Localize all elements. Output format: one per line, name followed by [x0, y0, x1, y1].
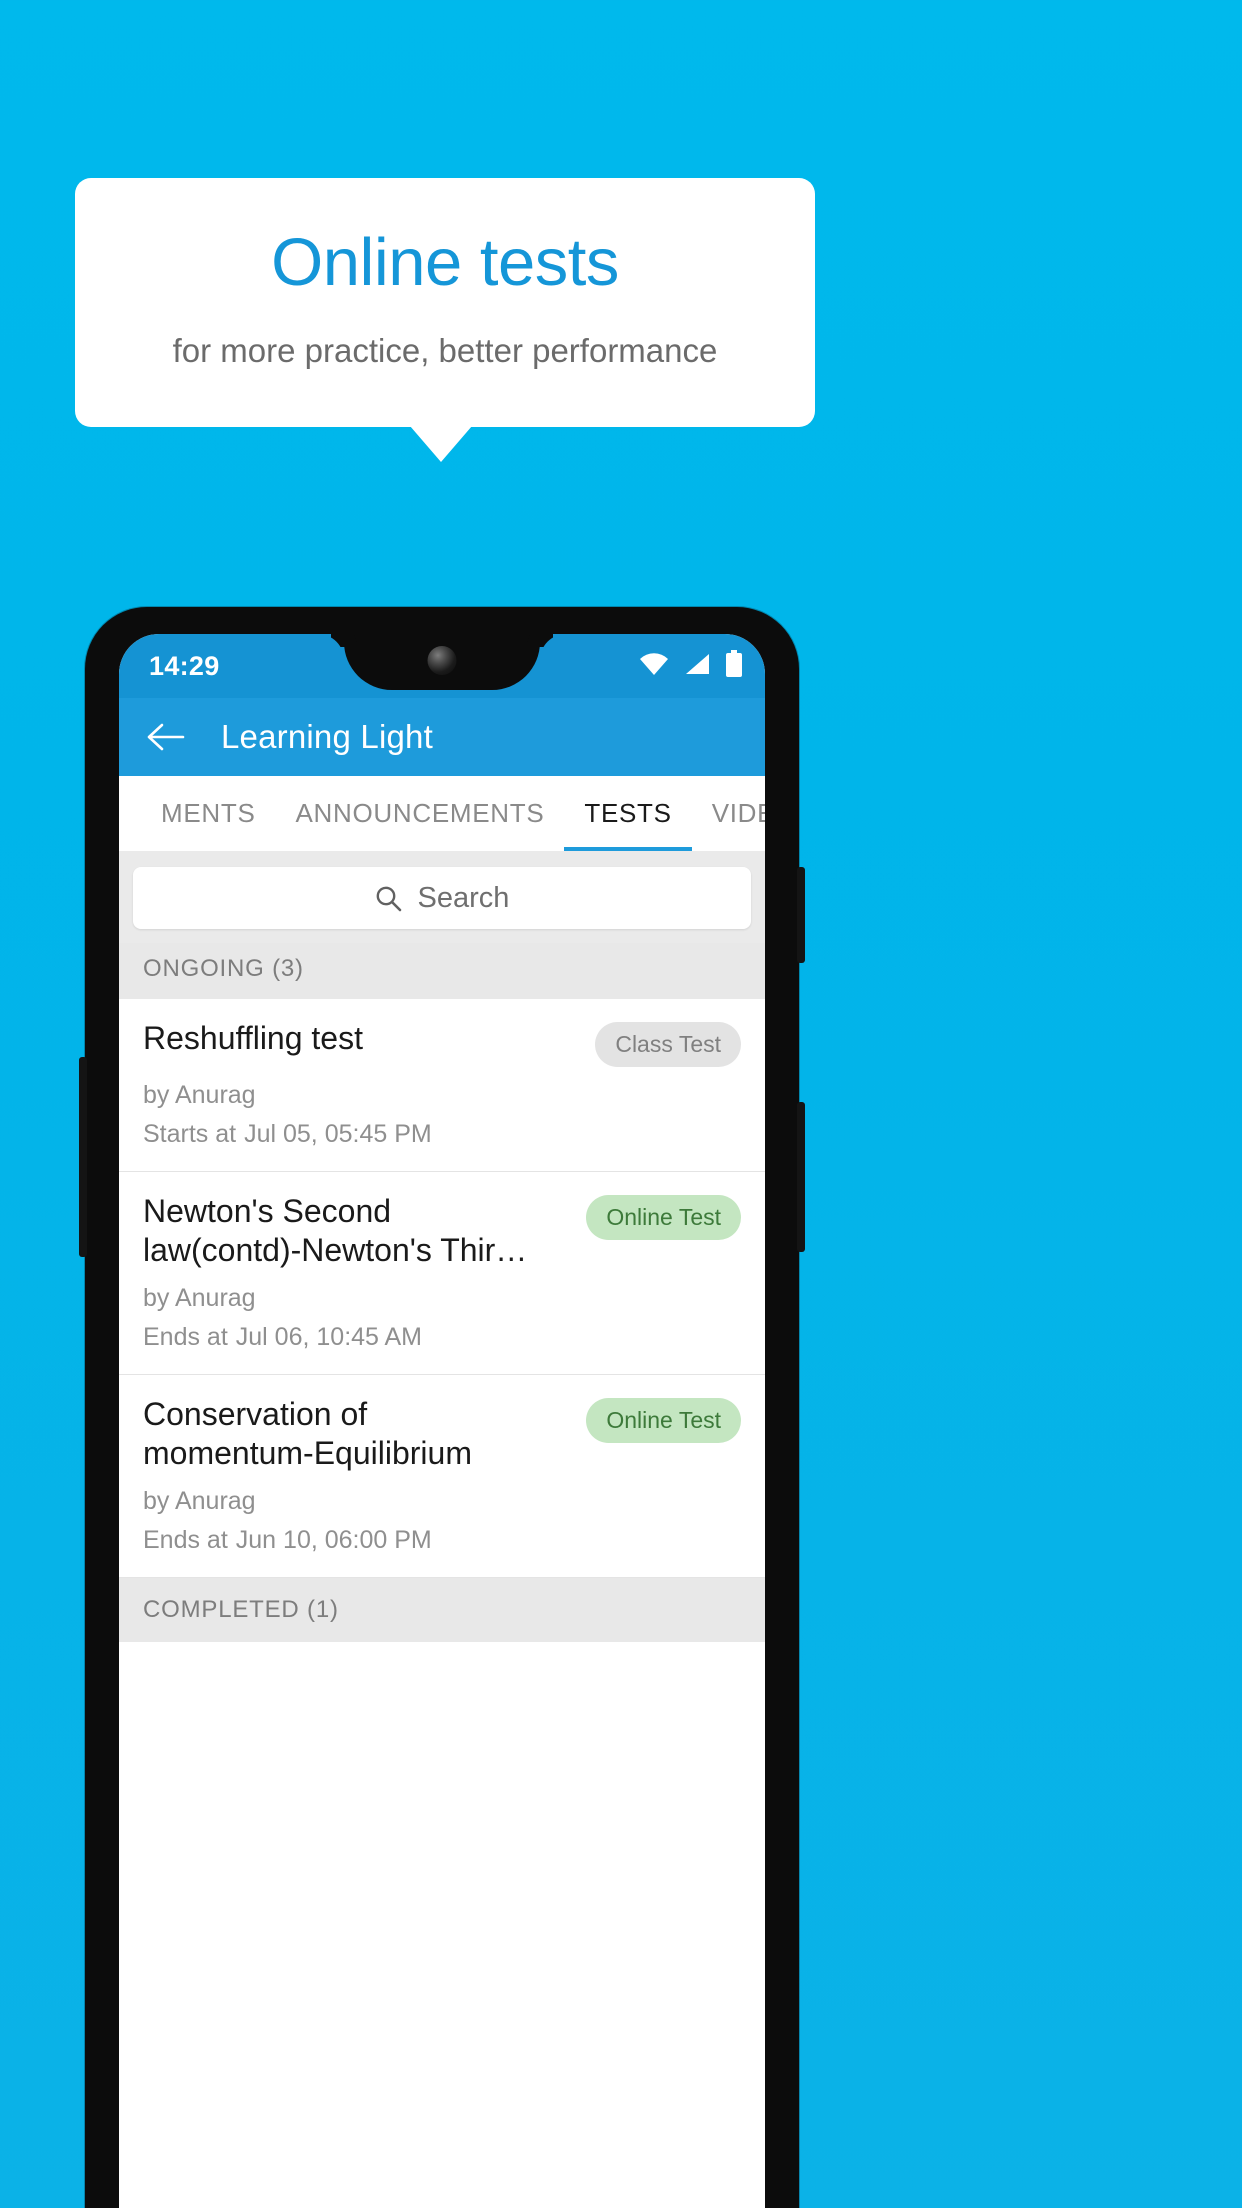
tab-tests[interactable]: TESTS: [564, 776, 692, 851]
promo-title: Online tests: [271, 225, 619, 300]
search-input[interactable]: Search: [133, 867, 751, 929]
test-list-item[interactable]: Reshuffling test Class Test by Anurag St…: [119, 999, 765, 1172]
test-time-label: Starts at: [143, 1120, 237, 1148]
test-time: Ends at Jun 10, 06:00 PM: [143, 1526, 741, 1555]
test-time-label: Ends at: [143, 1323, 228, 1352]
test-row-top: Conservation of momentum-Equilibrium Onl…: [143, 1395, 741, 1473]
test-time-value: Jul 05, 05:45 PM: [244, 1120, 432, 1148]
test-title: Newton's Second law(contd)-Newton's Thir…: [143, 1193, 528, 1269]
test-title: Conservation of momentum-Equilibrium: [143, 1396, 472, 1472]
phone-power-button[interactable]: [797, 867, 805, 963]
status-bar: 14:29: [119, 634, 765, 698]
test-title: Reshuffling test: [143, 1020, 363, 1056]
back-arrow-icon[interactable]: [147, 722, 185, 752]
test-author: by Anurag: [143, 1284, 256, 1313]
test-author: by Anurag: [143, 1487, 256, 1516]
search-container: Search: [119, 851, 765, 943]
test-time: Starts at Jul 05, 05:45 PM: [143, 1120, 741, 1149]
test-time-value: Jul 06, 10:45 AM: [235, 1323, 423, 1352]
test-author: by Anurag: [143, 1081, 256, 1109]
signal-icon: [683, 652, 711, 681]
test-list-item[interactable]: Conservation of momentum-Equilibrium Onl…: [119, 1375, 765, 1579]
page-title: Learning Light: [221, 718, 433, 755]
status-badge: Class Test: [595, 1022, 741, 1067]
wifi-icon: [639, 652, 669, 681]
phone-volume-button[interactable]: [797, 1102, 805, 1252]
app-bar: Learning Light: [119, 698, 765, 776]
status-badge: Online Test: [586, 1398, 741, 1444]
phone-device-frame: 14:29 Learning Light MENTS ANNOUNCEMENTS…: [79, 607, 805, 2208]
test-row-top: Reshuffling test Class Test: [143, 1019, 741, 1067]
test-time: Ends at Jul 06, 10:45 AM: [143, 1323, 741, 1352]
section-header-ongoing: ONGOING (3): [119, 943, 765, 999]
test-list-item[interactable]: Newton's Second law(contd)-Newton's Thir…: [119, 1172, 765, 1376]
front-camera: [427, 646, 457, 675]
test-time-value: Jun 10, 06:00 PM: [235, 1526, 432, 1555]
section-header-completed: COMPLETED (1): [119, 1578, 765, 1643]
tab-announcements[interactable]: ANNOUNCEMENTS: [276, 776, 565, 851]
status-bar-clock: 14:29: [149, 650, 220, 681]
promo-subtitle: for more practice, better performance: [172, 332, 718, 369]
battery-icon: [725, 650, 743, 682]
search-placeholder: Search: [417, 881, 510, 914]
promo-card-tail: [410, 426, 472, 462]
search-icon: [375, 885, 402, 912]
status-bar-icons: [639, 650, 743, 682]
phone-side-button[interactable]: [79, 1057, 87, 1257]
status-badge: Online Test: [586, 1195, 741, 1240]
tab-bar: MENTS ANNOUNCEMENTS TESTS VIDEOS: [119, 776, 765, 851]
test-row-top: Newton's Second law(contd)-Newton's Thir…: [143, 1192, 741, 1270]
tab-videos[interactable]: VIDEOS: [692, 776, 765, 851]
promo-card: Online tests for more practice, better p…: [75, 178, 815, 427]
test-time-label: Ends at: [143, 1526, 228, 1555]
phone-screen: 14:29 Learning Light MENTS ANNOUNCEMENTS…: [119, 634, 765, 2208]
tab-ments[interactable]: MENTS: [141, 776, 276, 851]
